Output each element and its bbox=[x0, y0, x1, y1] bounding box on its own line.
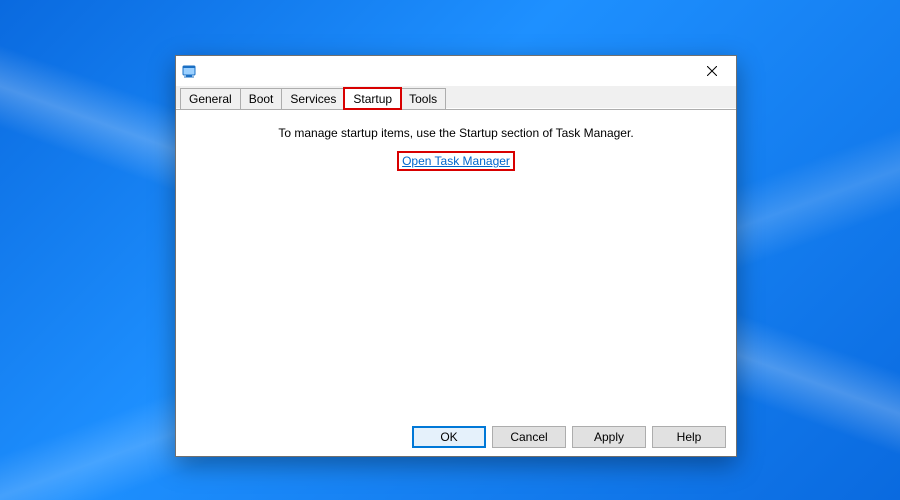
apply-button[interactable]: Apply bbox=[572, 426, 646, 448]
ok-button[interactable]: OK bbox=[412, 426, 486, 448]
titlebar bbox=[176, 56, 736, 86]
app-icon bbox=[182, 63, 198, 79]
open-task-manager-wrap: Open Task Manager bbox=[176, 154, 736, 168]
tab-general[interactable]: General bbox=[180, 88, 241, 109]
startup-instruction-text: To manage startup items, use the Startup… bbox=[176, 126, 736, 140]
open-task-manager-callout: Open Task Manager bbox=[400, 154, 512, 168]
close-icon bbox=[707, 66, 717, 76]
tab-strip: General Boot Services Startup Tools bbox=[176, 86, 736, 109]
tab-tools[interactable]: Tools bbox=[400, 88, 446, 109]
titlebar-left bbox=[182, 63, 198, 79]
cancel-button[interactable]: Cancel bbox=[492, 426, 566, 448]
help-button[interactable]: Help bbox=[652, 426, 726, 448]
open-task-manager-link[interactable]: Open Task Manager bbox=[400, 153, 512, 169]
window-close-button[interactable] bbox=[690, 57, 734, 85]
desktop-wallpaper: General Boot Services Startup Tools To m… bbox=[0, 0, 900, 500]
tab-startup[interactable]: Startup bbox=[344, 88, 401, 109]
dialog-button-row: OK Cancel Apply Help bbox=[176, 426, 736, 448]
tab-services[interactable]: Services bbox=[281, 88, 345, 109]
tab-boot[interactable]: Boot bbox=[240, 88, 283, 109]
startup-tab-panel: To manage startup items, use the Startup… bbox=[176, 109, 736, 456]
msconfig-window: General Boot Services Startup Tools To m… bbox=[175, 55, 737, 457]
